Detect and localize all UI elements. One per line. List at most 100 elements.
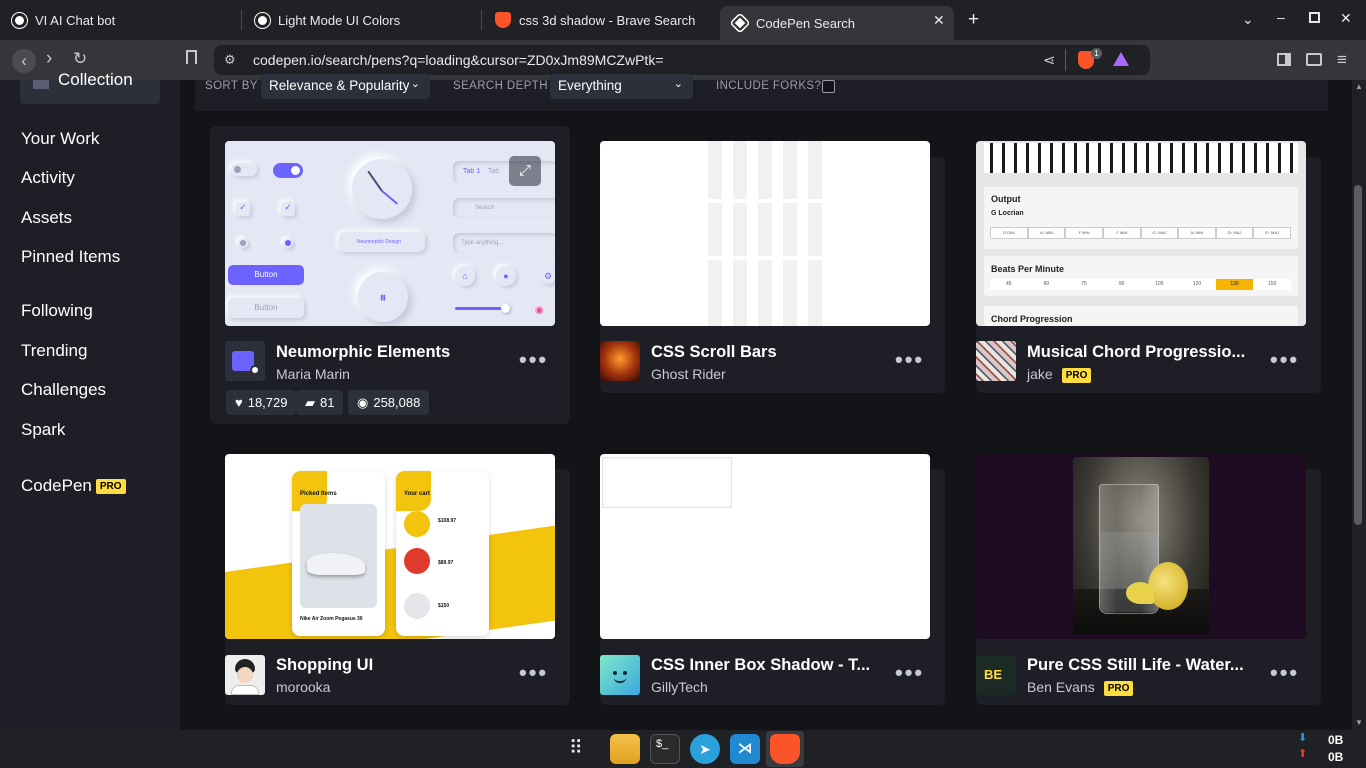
forward-icon[interactable]: › — [46, 48, 52, 70]
pen-author[interactable]: morooka — [276, 679, 330, 695]
collection-icon — [33, 80, 49, 89]
avatar[interactable] — [600, 341, 640, 381]
tab-label: Light Mode UI Colors — [278, 12, 401, 28]
shop-picked-title: Picked Items — [300, 491, 337, 497]
more-options-icon[interactable]: ••• — [519, 347, 548, 373]
neumo-chip: Neumorphic Design — [339, 232, 425, 252]
avatar[interactable] — [225, 341, 265, 381]
maximize-icon[interactable] — [1309, 12, 1320, 23]
chord-bpm-title: Beats Per Minute — [991, 264, 1065, 274]
more-options-icon[interactable]: ••• — [895, 347, 924, 373]
more-options-icon[interactable]: ••• — [1270, 347, 1299, 373]
neumo-pause-icon: ⏸ — [358, 272, 408, 322]
pen-title[interactable]: Pure CSS Still Life - Water... — [1027, 656, 1244, 675]
sidebar-toggle-icon[interactable] — [1277, 53, 1291, 66]
pen-title[interactable]: CSS Inner Box Shadow - T... — [651, 656, 870, 675]
scroll-up-icon[interactable]: ▲ — [1355, 82, 1363, 91]
include-forks-checkbox[interactable] — [822, 80, 835, 93]
pen-author[interactable]: GillyTech — [651, 679, 708, 695]
pen-preview-scroll-bars[interactable] — [600, 141, 930, 326]
pen-title[interactable]: CSS Scroll Bars — [651, 343, 777, 362]
app-grid-icon[interactable]: ⠿ — [569, 737, 583, 760]
tab-brave-search[interactable]: css 3d shadow - Brave Search — [483, 6, 717, 34]
vscode-icon[interactable]: ⋊ — [730, 734, 760, 764]
scrollbar-thumb[interactable] — [1354, 185, 1362, 525]
sidebar-item-codepen-pro[interactable]: CodePen PRO — [21, 476, 126, 496]
brave-taskbar-icon[interactable] — [770, 734, 800, 764]
terminal-icon[interactable]: $_ — [650, 734, 680, 764]
brave-rewards-icon[interactable] — [1113, 52, 1129, 66]
pen-preview-still-life[interactable] — [976, 454, 1306, 639]
shop-price-2: $89.97 — [438, 560, 454, 566]
site-info-icon[interactable]: ⚙ — [224, 52, 236, 68]
reload-icon[interactable]: ↻ — [73, 49, 87, 69]
sort-by-value: Relevance & Popularity — [269, 78, 410, 93]
avatar[interactable] — [600, 655, 640, 695]
telegram-icon[interactable]: ➤ — [690, 734, 720, 764]
pen-author[interactable]: Ghost Rider — [651, 366, 726, 382]
comment-count: 81 — [320, 395, 335, 410]
chord-scale-label: G Locrian — [991, 210, 1024, 217]
pen-preview-inner-box-shadow[interactable] — [600, 454, 930, 639]
back-icon[interactable]: ‹ — [12, 49, 36, 73]
chatgpt-icon — [11, 11, 28, 29]
scroll-down-icon[interactable]: ▼ — [1355, 718, 1363, 727]
sidebar-item-assets[interactable]: Assets — [21, 208, 72, 228]
url-text[interactable]: codepen.io/search/pens?q=loading&cursor=… — [253, 52, 664, 68]
tab-vi-ai-chat-bot[interactable]: VI AI Chat bot — [0, 6, 240, 34]
pen-author[interactable]: Ben Evans PRO — [1027, 679, 1134, 696]
sort-by-select[interactable]: Relevance & Popularity ⌄ — [261, 74, 430, 99]
sidebar-item-spark[interactable]: Spark — [21, 420, 65, 440]
avatar[interactable]: BE — [976, 655, 1016, 695]
chord-bpm-row: 45 60 75 90 105 120 135 150 — [990, 279, 1291, 290]
bookmark-icon[interactable] — [186, 50, 197, 64]
sidebar-item-pinned-items[interactable]: Pinned Items — [21, 247, 120, 267]
sidebar-item-activity[interactable]: Activity — [21, 168, 75, 188]
more-options-icon[interactable]: ••• — [895, 660, 924, 686]
comment-icon: ▰ — [305, 394, 315, 410]
menu-icon[interactable]: ≡ — [1337, 50, 1347, 70]
expand-preview-icon[interactable]: ⤢ — [509, 156, 541, 186]
wallet-icon[interactable] — [1306, 53, 1322, 66]
collection-button[interactable]: Collection — [20, 70, 160, 104]
share-icon[interactable]: ⋖ — [1043, 51, 1056, 69]
comment-button[interactable]: ▰ 81 — [296, 390, 344, 415]
pro-badge: PRO — [95, 479, 126, 495]
avatar[interactable] — [225, 655, 265, 695]
new-tab-icon[interactable]: + — [968, 9, 979, 31]
pen-title[interactable]: Musical Chord Progressio... — [1027, 343, 1245, 362]
sort-by-label: SORT BY — [205, 80, 258, 92]
avatar[interactable] — [976, 341, 1016, 381]
files-icon[interactable] — [610, 734, 640, 764]
pen-author[interactable]: Maria Marin — [276, 366, 350, 382]
tab-light-mode-ui-colors[interactable]: Light Mode UI Colors — [243, 6, 479, 34]
neumo-clock — [352, 159, 412, 219]
net-up-speed: 0B — [1328, 750, 1344, 764]
minimize-icon[interactable]: – — [1277, 9, 1285, 25]
sidebar-item-your-work[interactable]: Your Work — [21, 129, 99, 149]
tab-label: VI AI Chat bot — [35, 12, 116, 28]
tab-codepen-search[interactable]: CodePen Search — [720, 6, 954, 40]
sidebar-item-following[interactable]: Following — [21, 301, 93, 321]
pen-title[interactable]: Shopping UI — [276, 656, 373, 675]
sidebar-item-challenges[interactable]: Challenges — [21, 380, 106, 400]
pen-preview-shopping-ui[interactable]: Picked Items Nike Air Zoom Pegasus 36 Yo… — [225, 454, 555, 639]
chord-output-label: Output — [991, 194, 1021, 204]
close-window-icon[interactable]: ✕ — [1340, 10, 1352, 27]
tab-search-chevron-icon[interactable]: ⌄ — [1242, 11, 1254, 28]
tab-label: CodePen Search — [756, 15, 856, 31]
pen-author[interactable]: jake PRO — [1027, 366, 1092, 383]
pen-preview-neumorphic[interactable]: ✓ ✓ Button Button Neumorphic Design ⏸ Ta… — [225, 141, 555, 326]
sidebar-item-trending[interactable]: Trending — [21, 341, 87, 361]
more-options-icon[interactable]: ••• — [519, 660, 548, 686]
shop-cart-title: Your cart — [404, 491, 430, 497]
more-options-icon[interactable]: ••• — [1270, 660, 1299, 686]
like-button[interactable]: ♥ 18,729 — [226, 390, 297, 415]
search-depth-select[interactable]: Everything ⌄ — [550, 74, 693, 99]
pen-preview-musical-chord[interactable]: Output G Locrian G DIM A♭ MIN F MIN C MI… — [976, 141, 1306, 326]
close-tab-icon[interactable]: ✕ — [933, 12, 945, 29]
pen-title[interactable]: Neumorphic Elements — [276, 343, 450, 362]
search-depth-label: SEARCH DEPTH — [453, 80, 548, 92]
tab-label: css 3d shadow - Brave Search — [519, 12, 696, 28]
codepen-label: CodePen — [21, 476, 92, 495]
